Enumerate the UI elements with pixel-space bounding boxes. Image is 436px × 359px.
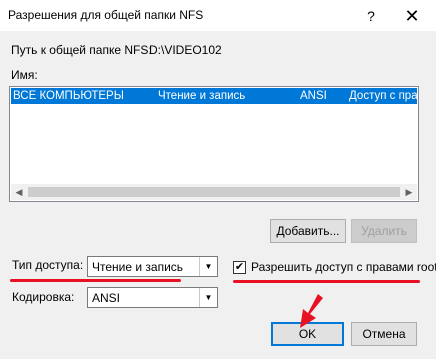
dialog-title: Разрешения для общей папки NFS (8, 8, 204, 22)
help-button[interactable]: ? (356, 4, 386, 28)
annotation-arrow-icon (300, 294, 323, 328)
cancel-button[interactable]: Отмена (351, 322, 417, 346)
list-item[interactable]: ВСЕ КОМПЬЮТЕРЫ Чтение и запись ANSI Дост… (11, 88, 417, 104)
encoding-label: Кодировка: (12, 290, 75, 304)
nfs-permissions-dialog: Разрешения для общей папки NFS ? ✕ Путь … (0, 0, 436, 359)
row-root-access: Доступ с прав (349, 90, 417, 102)
access-type-value: Чтение и запись (92, 260, 184, 274)
encoding-value: ANSI (92, 291, 121, 305)
access-type-label: Тип доступа: (12, 258, 84, 272)
row-encoding: ANSI (300, 90, 327, 102)
scrollbar-thumb[interactable] (28, 187, 400, 197)
remove-button[interactable]: Удалить (351, 219, 417, 243)
names-label: Имя: (11, 68, 38, 82)
chevron-down-icon[interactable]: ▼ (199, 257, 217, 276)
chevron-down-icon[interactable]: ▼ (199, 288, 217, 307)
access-type-select[interactable]: Чтение и запись ▼ (87, 256, 218, 277)
root-access-label[interactable]: Разрешить доступ с правами root (251, 260, 436, 274)
row-access: Чтение и запись (158, 90, 246, 102)
title-bar: Разрешения для общей папки NFS ? ✕ (0, 0, 436, 31)
annotation-underline-access (10, 279, 181, 282)
share-path-label: Путь к общей папке NFS: (11, 43, 152, 57)
horizontal-scrollbar[interactable]: ◀ ▶ (11, 184, 417, 200)
scroll-left-icon[interactable]: ◀ (11, 184, 27, 200)
add-button[interactable]: Добавить... (270, 219, 346, 243)
scroll-right-icon[interactable]: ▶ (401, 184, 417, 200)
close-button[interactable]: ✕ (394, 4, 430, 28)
share-path-value: D:\VIDEO102 (149, 43, 222, 57)
encoding-select[interactable]: ANSI ▼ (87, 287, 218, 308)
row-name: ВСЕ КОМПЬЮТЕРЫ (13, 90, 124, 102)
names-listbox[interactable]: ВСЕ КОМПЬЮТЕРЫ Чтение и запись ANSI Дост… (9, 86, 419, 202)
annotation-underline-root (233, 280, 420, 283)
root-access-checkbox[interactable]: ✔ (233, 261, 246, 274)
